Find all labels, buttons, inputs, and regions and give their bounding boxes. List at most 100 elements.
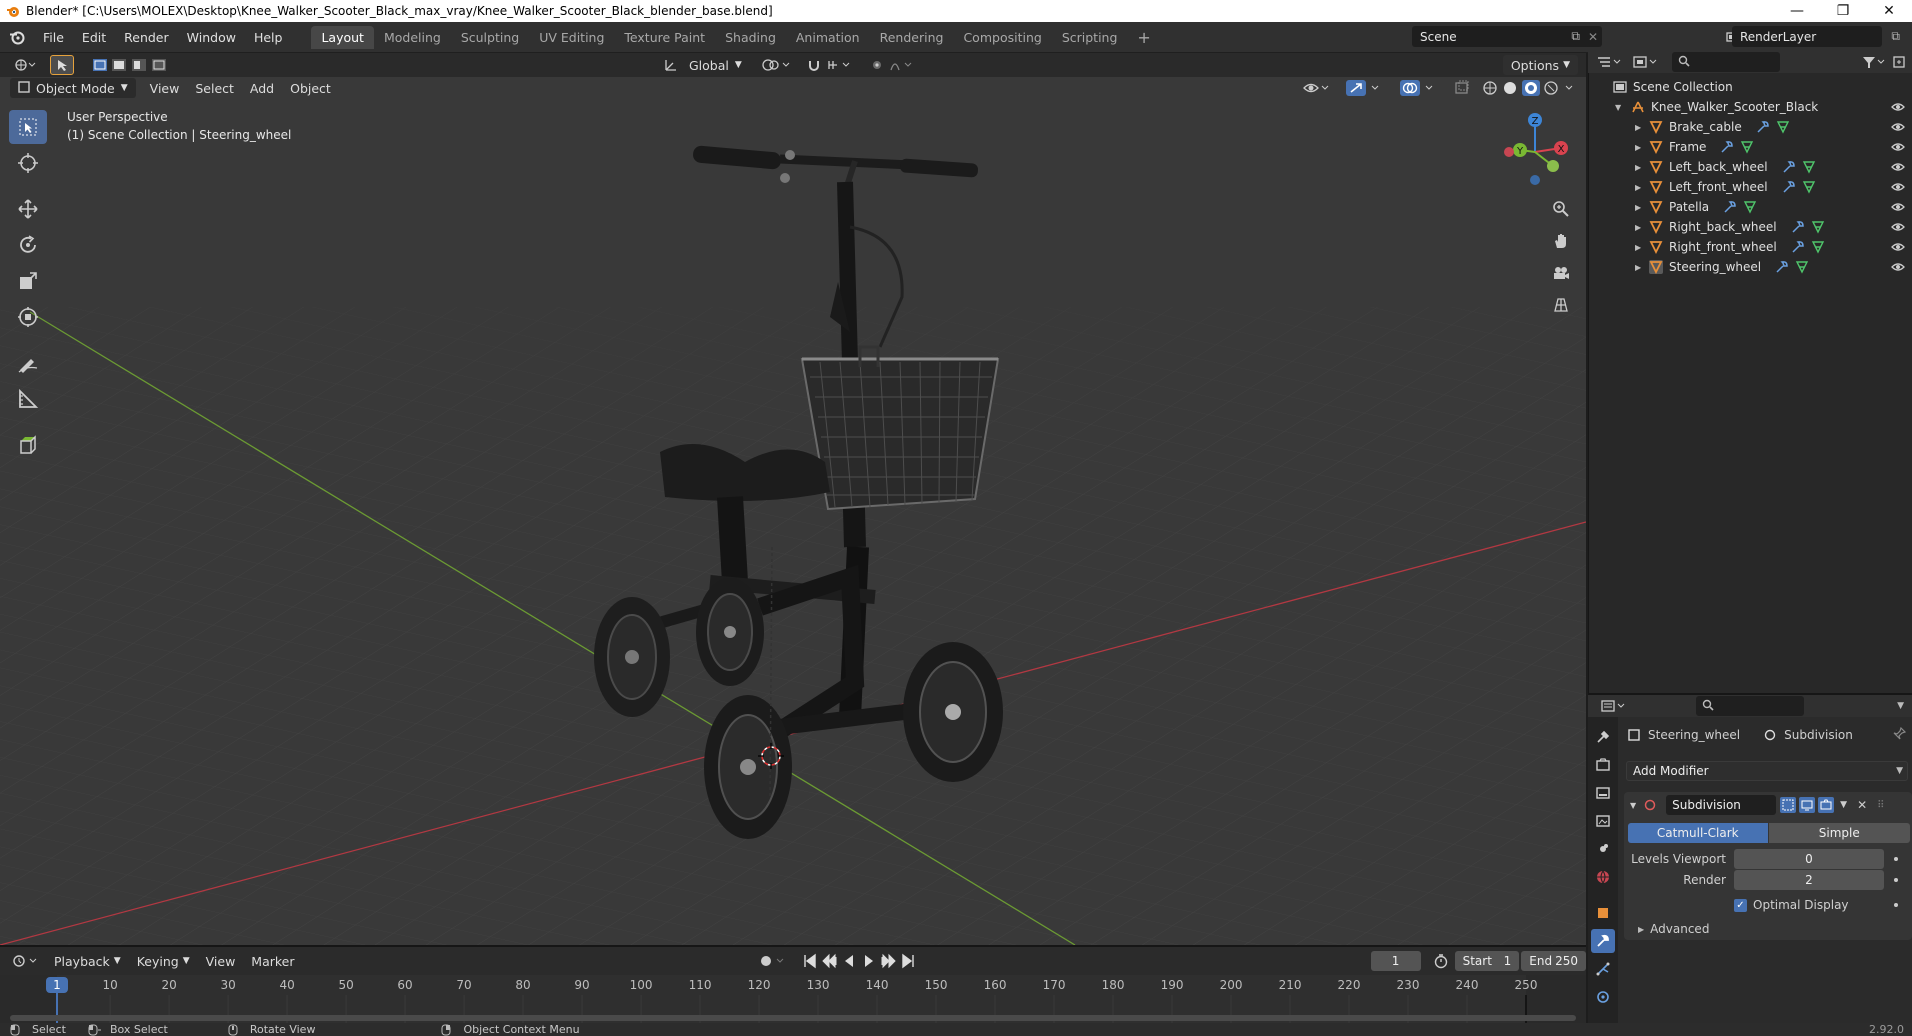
properties-editor-icon[interactable] [1600,699,1626,713]
object-tab-icon[interactable] [1591,901,1615,925]
outliner-object-row[interactable]: ▶ Left_back_wheel [1589,157,1912,177]
editor-type-icon[interactable] [6,55,44,75]
close-button[interactable]: ✕ [1866,0,1912,22]
outliner-object-row[interactable]: ▶ Frame [1589,137,1912,157]
timeline-scrollbar[interactable] [10,1015,1576,1021]
tab-modeling[interactable]: Modeling [374,26,451,49]
pivot-point-icon[interactable] [753,55,799,75]
playback-controls-icons[interactable] [803,953,915,969]
edit-mode-toggle-icon[interactable] [1780,797,1797,813]
keying-menu[interactable]: Keying ▼ [129,951,198,971]
outliner-object-row[interactable]: ▶ Left_front_wheel [1589,177,1912,197]
tab-shading[interactable]: Shading [715,26,786,49]
transform-tool-icon[interactable] [9,300,47,334]
filter-icon[interactable] [1862,55,1886,69]
outliner-object-row[interactable]: ▶ Brake_cable [1589,117,1912,137]
tab-sculpting[interactable]: Sculpting [451,26,529,49]
mesh-data-icon[interactable] [1776,120,1790,134]
object-mode-dropdown[interactable]: Object Mode ▼ [10,78,136,98]
measure-tool-icon[interactable] [9,382,47,416]
eye-icon[interactable] [1891,160,1905,174]
shading-modes-icon[interactable] [1478,78,1586,98]
modifier-wrench-icon[interactable] [1756,120,1770,134]
tab-animation[interactable]: Animation [786,26,870,49]
timeline-editor-icon[interactable] [12,954,38,968]
render-levels-field[interactable]: 2 [1734,870,1884,890]
eye-icon[interactable] [1891,220,1905,234]
expand-right-icon[interactable]: ▶ [1635,143,1647,152]
timeline-view-menu[interactable]: View [198,951,244,971]
drag-handle-icon[interactable]: ⠿ [1877,800,1884,811]
menu-select[interactable]: Select [187,78,242,98]
scene-field[interactable]: Scene ⧉ ✕ [1412,26,1602,47]
outliner-object-row[interactable]: ▶ Right_front_wheel [1589,237,1912,257]
keyframe-dot-icon[interactable] [1894,857,1898,861]
view-layer-field[interactable]: RenderLayer ⧉ [1732,26,1900,47]
tool-tab-icon[interactable] [1591,725,1615,749]
blender-menu-icon[interactable] [0,22,34,53]
expand-right-icon[interactable]: ▶ [1635,163,1647,172]
transform-orientation-dropdown[interactable]: Global ▼ [687,55,743,75]
overlays-icon[interactable] [1392,78,1446,98]
pin-icon[interactable] [1892,727,1906,741]
stopwatch-icon[interactable] [1433,953,1449,969]
outliner-object-row[interactable]: ▶ Steering_wheel [1589,257,1912,277]
outliner-object-row[interactable]: ▶ Right_back_wheel [1589,217,1912,237]
catmull-clark-button[interactable]: Catmull-Clark [1628,823,1768,843]
menu-file[interactable]: File [34,22,73,53]
tab-uv-editing[interactable]: UV Editing [529,26,614,49]
minimize-button[interactable]: — [1774,0,1820,22]
outliner-object-row[interactable]: ▶ Patella [1589,197,1912,217]
viewport-scene[interactable] [0,77,1586,945]
modifier-name-input[interactable]: Subdivision [1666,795,1777,815]
expand-down-icon[interactable]: ▼ [1615,103,1627,112]
chevron-down-icon[interactable]: ▼ [1897,701,1904,711]
menu-window[interactable]: Window [178,22,245,53]
mesh-data-icon[interactable] [1811,240,1825,254]
view-layer-tab-icon[interactable] [1591,809,1615,833]
add-modifier-dropdown[interactable]: Add Modifier ▼ [1626,761,1908,781]
output-tab-icon[interactable] [1591,781,1615,805]
rotate-tool-icon[interactable] [9,228,47,262]
expand-right-icon[interactable]: ▶ [1635,243,1647,252]
navigation-gizmo[interactable]: Z X Y [1495,108,1575,188]
new-scene-icon[interactable]: ⧉ [1571,29,1580,44]
advanced-subpanel[interactable]: ▶ Advanced [1638,920,1709,938]
eye-icon[interactable] [1891,180,1905,194]
eye-icon[interactable] [1891,260,1905,274]
expand-right-icon[interactable]: ▶ [1635,203,1647,212]
chevron-down-icon[interactable]: ▼ [1840,800,1847,810]
menu-view[interactable]: View [142,78,188,98]
playback-menu[interactable]: Playback ▼ [46,951,129,971]
timeline-ruler[interactable]: 1 10 20 30 40 50 60 70 80 90 100 110 120 130 140 150 160… [0,975,1586,1023]
gizmo-toggle-icon[interactable] [1338,78,1392,98]
world-tab-icon[interactable] [1591,865,1615,889]
timeline-ruler-graphic[interactable]: 1 10 20 30 40 50 60 70 80 90 100 110 120 130 140 150 160… [0,975,1586,1023]
outliner-scene-collection[interactable]: Scene Collection [1589,77,1912,97]
select-mode-icons[interactable] [84,55,182,75]
start-frame-field[interactable]: Start 1 [1454,951,1520,971]
add-cube-tool-icon[interactable] [9,428,47,462]
eye-icon[interactable] [1891,200,1905,214]
maximize-button[interactable]: ❐ [1820,0,1866,22]
move-tool-icon[interactable] [9,192,47,226]
modifier-wrench-icon[interactable] [1775,260,1789,274]
modifier-wrench-icon[interactable] [1723,200,1737,214]
marker-menu[interactable]: Marker [243,951,302,971]
modifier-wrench-icon[interactable] [1720,140,1734,154]
xray-icon[interactable] [1446,78,1478,98]
levels-viewport-field[interactable]: 0 [1734,849,1884,869]
particles-tab-icon[interactable] [1591,957,1615,981]
modifier-wrench-icon[interactable] [1791,240,1805,254]
expand-right-icon[interactable]: ▶ [1635,123,1647,132]
record-icon[interactable] [759,954,789,968]
eye-icon[interactable] [1891,140,1905,154]
modifier-wrench-icon[interactable] [1782,180,1796,194]
mesh-data-icon[interactable] [1802,160,1816,174]
properties-search-input[interactable] [1696,696,1804,716]
outliner-search-input[interactable] [1672,52,1780,72]
expand-right-icon[interactable]: ▶ [1635,183,1647,192]
add-workspace-button[interactable]: + [1127,26,1160,49]
collapse-icon[interactable]: ▼ [1630,801,1636,810]
pan-hand-icon[interactable] [1547,227,1575,255]
